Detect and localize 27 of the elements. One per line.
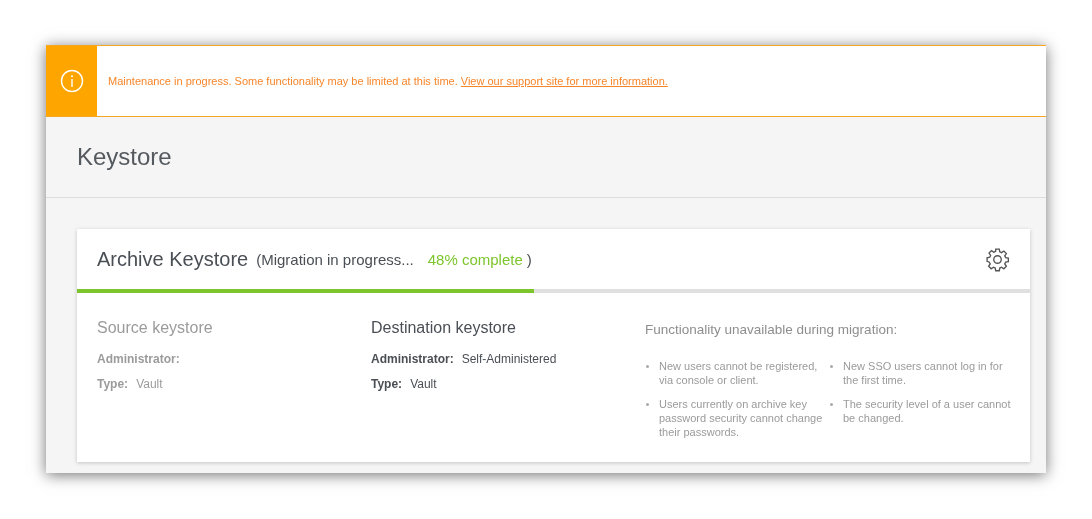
field-label: Type: <box>371 377 403 391</box>
banner-message: Maintenance in progress. Some functionality may be limited at this time. View our support site for more information. <box>107 75 668 87</box>
list-item: New users cannot be registered, via console or client. <box>659 360 818 386</box>
bullet-icon <box>646 403 649 406</box>
list-item: New SSO users cannot log in for the first time. <box>843 360 1003 386</box>
info-icon <box>59 69 84 93</box>
field-value: Self-Administered <box>461 352 557 366</box>
migration-status: (Migration in progress... <box>256 250 414 268</box>
bullet-icon <box>646 365 649 368</box>
field-label: Type: <box>97 377 129 391</box>
list-item: Users currently on archive key password security cannot change their passwords. <box>659 398 823 438</box>
bullet-icon <box>830 403 833 406</box>
field-value: Vault <box>136 377 163 391</box>
field-label: Administrator: <box>371 352 454 366</box>
support-link[interactable]: View our support site for more information. <box>460 75 668 87</box>
closing-paren: ) <box>526 250 532 268</box>
keystore-heading: Destination keystore <box>371 319 517 337</box>
section-heading: Functionality unavailable during migration: <box>645 322 899 337</box>
settings-icon[interactable] <box>985 246 1010 272</box>
page-title: Keystore <box>77 143 172 171</box>
keystore-heading: Source keystore <box>97 319 214 337</box>
progress-percent: 48% complete <box>427 250 523 268</box>
bullet-icon <box>830 365 833 368</box>
list-item: The security level of a user cannot be changed. <box>843 398 1011 424</box>
field-value: Vault <box>410 377 437 391</box>
field-label: Administrator: <box>97 352 180 366</box>
card-title: Archive Keystore <box>97 247 249 271</box>
